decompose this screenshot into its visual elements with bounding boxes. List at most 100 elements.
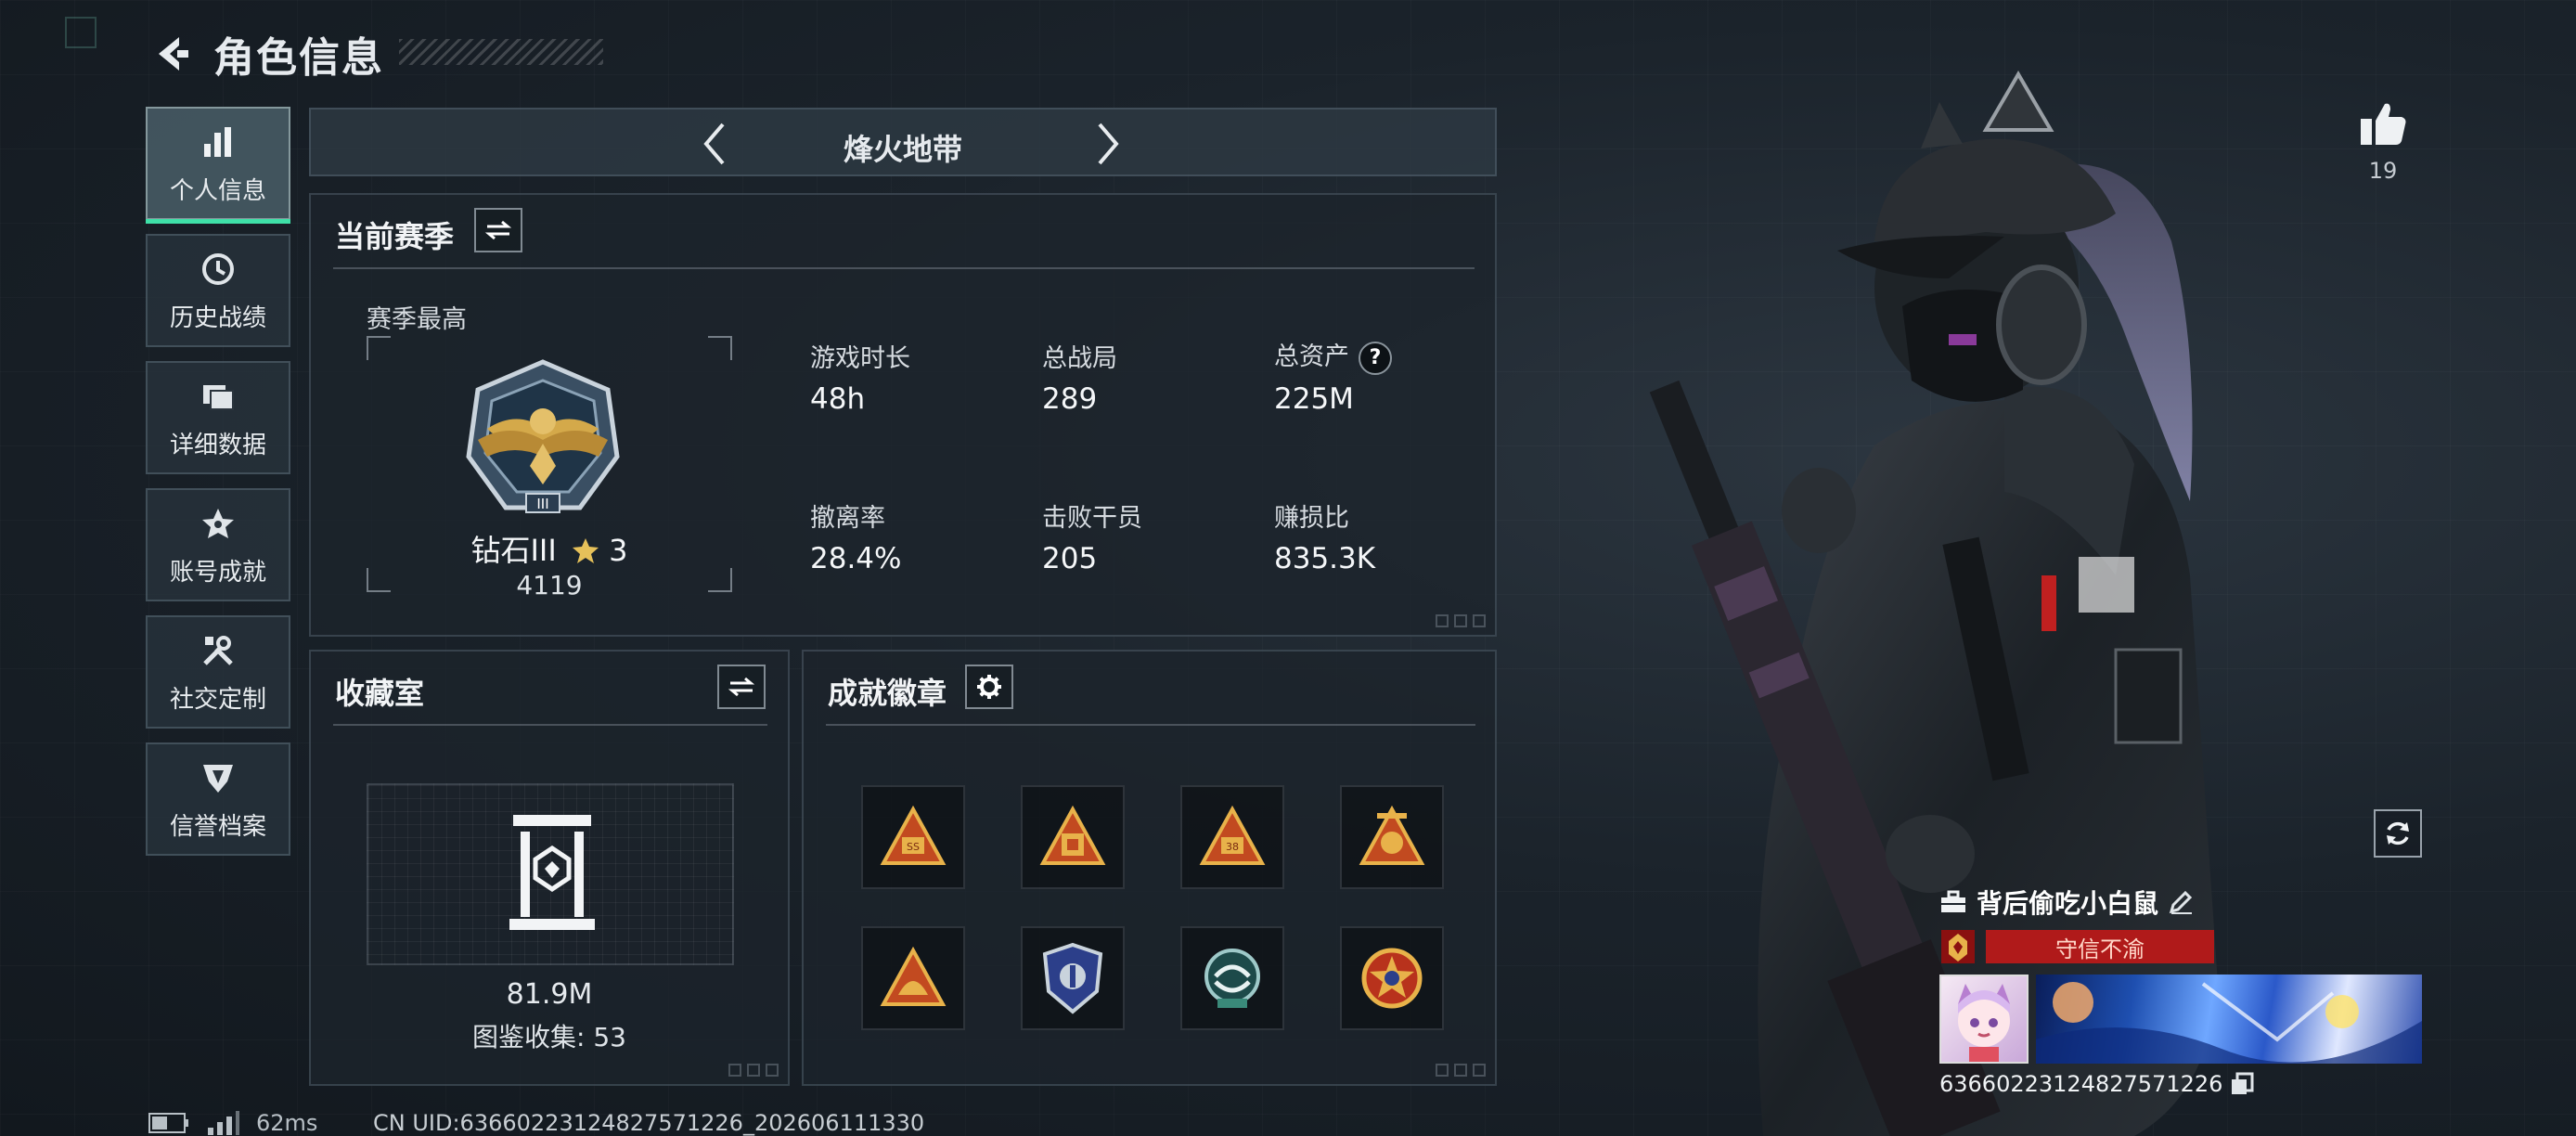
achievement-panel: 成就徽章 SS 38 bbox=[802, 650, 1497, 1086]
title-hatch-decoration bbox=[399, 39, 603, 65]
sidebar-item-label: 社交定制 bbox=[169, 685, 266, 714]
pyramid-badge-icon bbox=[1359, 806, 1425, 865]
avatar-character-icon bbox=[1958, 984, 2010, 1062]
avatar[interactable] bbox=[1939, 975, 2029, 1064]
badge-slot[interactable] bbox=[1021, 926, 1125, 1030]
help-icon[interactable]: ? bbox=[1359, 341, 1392, 375]
badge-slot[interactable]: SS bbox=[861, 785, 965, 889]
badge-slot[interactable] bbox=[1180, 926, 1284, 1030]
sidebar-item-label: 账号成就 bbox=[169, 558, 266, 587]
honor-badge-icon bbox=[1941, 930, 1975, 963]
bar-chart-icon bbox=[198, 122, 238, 162]
player-uid: 636602231248275712​26 bbox=[1939, 1071, 2223, 1097]
achievement-divider bbox=[826, 724, 1475, 726]
collection-count: 图鉴收集: 53 bbox=[472, 1022, 626, 1052]
collection-switch-button[interactable] bbox=[717, 665, 766, 709]
swap-icon bbox=[484, 220, 512, 240]
collection-panel[interactable]: 收藏室 81.9M 图鉴收集: 53 bbox=[309, 650, 790, 1086]
collection-cabinet-icon bbox=[509, 815, 595, 930]
stat-label-total-assets: 总资产? bbox=[1274, 336, 1392, 375]
sidebar-item-social-custom[interactable]: 社交定制 bbox=[146, 615, 290, 729]
page-header: 角色信息 bbox=[148, 26, 384, 82]
folder-data-icon bbox=[198, 376, 238, 417]
season-highest-label: 赛季最高 bbox=[367, 305, 467, 334]
pyramid-badge-icon: 38 bbox=[1199, 806, 1266, 865]
battery-icon bbox=[148, 1113, 188, 1133]
sidebar-item-account-achievements[interactable]: 账号成就 bbox=[146, 488, 290, 601]
stat-value-play-time: 48h bbox=[810, 382, 866, 416]
stat-label-play-time: 游戏时长 bbox=[810, 344, 910, 373]
sidebar: 个人信息 历史战绩 详细数据 账号成就 社交定制 信誉档案 bbox=[146, 107, 290, 870]
svg-text:38: 38 bbox=[1226, 841, 1239, 853]
season-switch-button[interactable] bbox=[474, 208, 522, 252]
stat-value-total-matches: 289 bbox=[1042, 382, 1098, 416]
mode-next-button[interactable] bbox=[1085, 121, 1131, 167]
player-banner[interactable] bbox=[2036, 975, 2422, 1064]
stat-label-profit-ratio: 赚损比 bbox=[1274, 504, 1349, 533]
panel-corner-decoration bbox=[728, 1064, 779, 1077]
achievement-star-icon bbox=[198, 503, 238, 544]
edit-pencil-icon[interactable] bbox=[2168, 889, 2194, 915]
svg-text:III: III bbox=[536, 496, 548, 512]
status-bar: 62ms bbox=[148, 1110, 317, 1136]
sidebar-item-credit-record[interactable]: 信誉档案 bbox=[146, 742, 290, 856]
badge-slot[interactable] bbox=[1340, 785, 1444, 889]
stat-label-total-matches: 总战局 bbox=[1042, 344, 1117, 373]
honor-tag: 守信不渝 bbox=[1986, 930, 2214, 963]
credit-shield-icon bbox=[198, 757, 238, 798]
rank-name: 钻石III bbox=[470, 533, 557, 568]
badge-slot[interactable] bbox=[1340, 926, 1444, 1030]
achievement-settings-button[interactable] bbox=[965, 665, 1013, 709]
refresh-button[interactable] bbox=[2374, 809, 2422, 858]
mode-label: 烽火地带 bbox=[843, 132, 962, 167]
sidebar-item-detail-data[interactable]: 详细数据 bbox=[146, 361, 290, 474]
sidebar-item-label: 信誉档案 bbox=[169, 812, 266, 841]
stat-value-extract-rate: 28.4% bbox=[810, 542, 902, 575]
history-clock-icon bbox=[198, 249, 238, 290]
back-button[interactable] bbox=[148, 31, 195, 77]
stat-value-total-assets: 225M bbox=[1274, 382, 1354, 416]
rank-score: 4119 bbox=[516, 570, 583, 600]
sidebar-item-personal-info[interactable]: 个人信息 bbox=[146, 107, 290, 224]
back-arrow-icon bbox=[159, 37, 188, 71]
stat-label-total-assets-text: 总资产 bbox=[1274, 342, 1349, 371]
svg-text:SS: SS bbox=[907, 841, 920, 853]
corner-decoration bbox=[65, 17, 97, 48]
player-media-row bbox=[1939, 975, 2441, 1064]
collection-value: 81.9M bbox=[506, 978, 593, 1011]
badge-slot[interactable] bbox=[1021, 785, 1125, 889]
copy-icon[interactable] bbox=[2230, 1072, 2254, 1096]
badge-slot[interactable] bbox=[861, 926, 965, 1030]
sidebar-item-history[interactable]: 历史战绩 bbox=[146, 234, 290, 347]
swap-icon bbox=[728, 677, 755, 697]
rank-stars: 3 bbox=[609, 533, 628, 568]
tools-icon bbox=[198, 630, 238, 671]
account-uid: CN UID:636602231248275712​26_20260611133… bbox=[373, 1110, 925, 1136]
pyramid-badge-icon: SS bbox=[880, 806, 947, 865]
refresh-icon bbox=[2387, 821, 2409, 846]
ping-value: 62ms bbox=[256, 1110, 318, 1136]
like-button[interactable]: 19 bbox=[2355, 100, 2411, 184]
rank-line: 钻石III 3 bbox=[367, 527, 732, 570]
pyramid-badge-icon bbox=[1039, 806, 1106, 865]
achievement-title: 成就徽章 bbox=[828, 676, 947, 711]
rank-star-icon bbox=[572, 538, 599, 563]
player-card: 背后偷吃小白鼠 守信不渝 636602231248275712​26 bbox=[1939, 884, 2441, 1097]
briefcase-icon bbox=[1941, 890, 1965, 912]
panel-corner-decoration bbox=[1436, 614, 1486, 627]
banner-artwork-icon bbox=[2036, 982, 2422, 1064]
collection-title: 收藏室 bbox=[335, 676, 425, 711]
badge-slot[interactable]: 38 bbox=[1180, 785, 1284, 889]
stat-label-kills: 击败干员 bbox=[1042, 504, 1142, 533]
stat-value-profit-ratio: 835.3K bbox=[1274, 542, 1376, 575]
season-divider bbox=[333, 267, 1475, 269]
sidebar-item-label: 历史战绩 bbox=[169, 303, 266, 332]
honor-row: 守信不渝 bbox=[1939, 928, 2441, 965]
signal-icon bbox=[208, 1111, 239, 1135]
player-name: 背后偷吃小白鼠 bbox=[1977, 888, 2159, 919]
player-name-row: 背后偷吃小白鼠 bbox=[1939, 884, 2441, 921]
mode-switcher: 烽火地带 bbox=[309, 108, 1497, 176]
page-title: 角色信息 bbox=[213, 34, 384, 82]
shield-badge-icon bbox=[1042, 942, 1103, 1014]
sidebar-item-label: 详细数据 bbox=[169, 431, 266, 459]
